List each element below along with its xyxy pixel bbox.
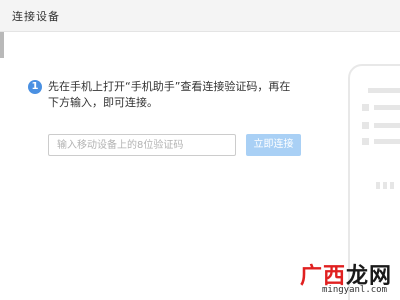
instruction-text: 先在手机上打开“手机助手”查看连接验证码，再在 下方输入，即可连接。 xyxy=(48,79,308,111)
window-titlebar[interactable]: 连接设备 xyxy=(0,0,400,32)
window-title: 连接设备 xyxy=(12,10,60,23)
phone-placeholder-dot xyxy=(376,182,380,189)
phone-placeholder-dot xyxy=(362,122,369,129)
phone-placeholder-dot xyxy=(362,104,369,111)
phone-placeholder-bar xyxy=(374,139,400,144)
instruction-line-1: 先在手机上打开“手机助手”查看连接验证码，再在 xyxy=(48,80,291,93)
phone-placeholder-dot xyxy=(383,182,387,189)
verification-code-input[interactable] xyxy=(48,134,236,156)
phone-placeholder-bar xyxy=(368,88,400,93)
phone-placeholder-bar xyxy=(374,123,400,128)
info-icon: 1 xyxy=(28,80,42,94)
phone-placeholder-bar xyxy=(374,105,400,110)
site-watermark: 广西龙网 mingyanl.com xyxy=(300,258,398,298)
connect-now-button[interactable]: 立即连接 xyxy=(246,134,301,156)
side-edge xyxy=(0,32,4,58)
watermark-domain: mingyanl.com xyxy=(322,285,388,295)
instruction-line-2: 下方输入，即可连接。 xyxy=(48,96,158,109)
connect-device-window: 连接设备 1 先在手机上打开“手机助手”查看连接验证码，再在 下方输入，即可连接… xyxy=(0,0,400,300)
phone-placeholder-dot xyxy=(362,138,369,145)
phone-placeholder-dot xyxy=(390,182,394,189)
